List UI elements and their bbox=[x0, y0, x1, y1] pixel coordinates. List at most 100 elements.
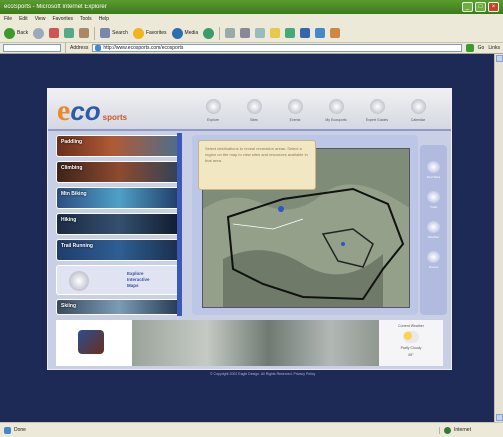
weather-title: Current Weather bbox=[398, 324, 424, 328]
map-panel: Select destinations to reveal recreation… bbox=[192, 135, 418, 315]
sidebar-item-label: Skiing bbox=[61, 303, 77, 309]
menu-bar: File Edit View Favorites Tools Help bbox=[0, 14, 503, 24]
zone-text: Internet bbox=[454, 427, 471, 433]
search-icon bbox=[100, 28, 111, 38]
map-instructions: Select destinations to reveal recreation… bbox=[198, 140, 316, 190]
forward-button[interactable] bbox=[33, 27, 45, 39]
partly-cloudy-icon bbox=[403, 331, 419, 343]
print-icon[interactable] bbox=[240, 28, 251, 38]
nav-label: Events bbox=[289, 118, 301, 122]
page-icon bbox=[95, 45, 102, 51]
menu-edit[interactable]: Edit bbox=[19, 16, 28, 22]
minimize-button[interactable]: _ bbox=[462, 2, 473, 12]
toolbar-separator bbox=[65, 41, 66, 55]
mail-icon[interactable] bbox=[225, 28, 236, 38]
close-button[interactable]: × bbox=[488, 2, 499, 12]
nav-sites[interactable]: Sites bbox=[239, 99, 269, 122]
go-icon[interactable] bbox=[465, 44, 474, 52]
title-bar: ecoSports - Microsoft Internet Explorer … bbox=[0, 0, 503, 14]
tool-label: Routes bbox=[428, 265, 439, 269]
globe-icon bbox=[69, 271, 89, 291]
nav-expert-guides[interactable]: Expert Guides bbox=[362, 99, 392, 122]
menu-help[interactable]: Help bbox=[99, 16, 109, 22]
status-text: Done bbox=[14, 427, 26, 433]
status-bar: Done Internet bbox=[0, 422, 503, 437]
search-label: Search bbox=[112, 30, 128, 36]
logo-sports: sports bbox=[102, 113, 128, 122]
media-icon bbox=[171, 27, 183, 39]
internet-globe-icon bbox=[444, 426, 451, 434]
favorites-button[interactable]: Favorites bbox=[132, 27, 167, 39]
stop-icon[interactable] bbox=[49, 28, 60, 38]
scroll-down-arrow[interactable] bbox=[496, 414, 503, 421]
sidebar-item-label: Trail Running bbox=[61, 243, 93, 249]
address-label: Address bbox=[70, 45, 89, 51]
home-icon[interactable] bbox=[79, 28, 90, 38]
google-search-input[interactable] bbox=[3, 44, 61, 52]
ecosports-logo[interactable]: eco sports bbox=[57, 94, 162, 127]
folder-icon[interactable] bbox=[270, 28, 281, 38]
sidebar-item-trail-running[interactable]: Trail Running bbox=[56, 239, 182, 261]
edit-icon[interactable] bbox=[255, 28, 266, 38]
addon-icon[interactable] bbox=[330, 28, 341, 38]
menu-favorites[interactable]: Favorites bbox=[52, 16, 73, 22]
history-icon[interactable] bbox=[203, 27, 215, 39]
sidebar-item-hiking[interactable]: Hiking bbox=[56, 213, 182, 235]
mountain-emblem-icon bbox=[78, 330, 104, 354]
nav-my-ecosports[interactable]: My Ecosports bbox=[321, 99, 351, 122]
sidebar-item-climbing[interactable]: Climbing bbox=[56, 161, 182, 183]
sidebar-item-interactive-maps[interactable]: Explore Interactive Maps bbox=[56, 265, 182, 295]
map-marker bbox=[278, 206, 284, 212]
nav-label: Sites bbox=[250, 118, 258, 122]
star-icon bbox=[132, 27, 144, 39]
refresh-icon[interactable] bbox=[64, 28, 75, 38]
menu-file[interactable]: File bbox=[4, 16, 12, 22]
map-marker bbox=[341, 242, 345, 246]
compass-icon bbox=[205, 99, 221, 114]
discuss-icon[interactable] bbox=[285, 28, 296, 38]
search-button[interactable]: Search bbox=[100, 28, 128, 38]
calendar-icon bbox=[410, 99, 426, 114]
address-input[interactable]: http://www.ecosports.com/ecosports bbox=[92, 44, 462, 52]
nav-explore[interactable]: Explore bbox=[198, 99, 228, 122]
tool-weather[interactable]: Weather bbox=[427, 221, 440, 239]
ecosports-emblem[interactable] bbox=[56, 320, 132, 366]
research-icon[interactable] bbox=[315, 28, 326, 38]
go-button[interactable]: Go bbox=[478, 45, 485, 51]
back-button[interactable]: Back bbox=[4, 27, 29, 39]
scroll-up-arrow[interactable] bbox=[496, 55, 503, 62]
tool-find-sites[interactable]: Find Sites bbox=[427, 161, 440, 179]
bottom-banner: Current Weather Partly Cloudy 65° bbox=[56, 320, 443, 366]
tool-routes[interactable]: Routes bbox=[427, 251, 440, 269]
vertical-scrollbar[interactable] bbox=[494, 54, 503, 422]
page-done-icon bbox=[4, 426, 11, 434]
sidebar-scrollbar[interactable] bbox=[177, 133, 182, 316]
menu-tools[interactable]: Tools bbox=[80, 16, 92, 22]
favorites-label: Favorites bbox=[145, 30, 167, 36]
logo-e: e bbox=[57, 94, 71, 127]
maximize-button[interactable]: □ bbox=[475, 2, 486, 12]
media-button[interactable]: Media bbox=[171, 27, 199, 39]
map-tools: Find Sites Trails Weather Routes bbox=[420, 145, 447, 315]
media-label: Media bbox=[184, 30, 199, 36]
weather-widget[interactable]: Current Weather Partly Cloudy 65° bbox=[379, 320, 443, 366]
tool-trails[interactable]: Trails bbox=[427, 191, 440, 209]
sidebar-item-mtn-biking[interactable]: Mtn Biking bbox=[56, 187, 182, 209]
nav-events[interactable]: Events bbox=[280, 99, 310, 122]
website-frame: eco sports Explore Sites Events My Ecospo… bbox=[47, 88, 452, 370]
sidebar-item-paddling[interactable]: Paddling bbox=[56, 135, 182, 157]
activity-sidebar: Paddling Climbing Mtn Biking Hiking Trai… bbox=[56, 133, 190, 316]
nav-calendar[interactable]: Calendar bbox=[403, 99, 433, 122]
back-label: Back bbox=[17, 30, 29, 36]
sidebar-item-skiing[interactable]: Skiing bbox=[56, 299, 182, 315]
toolbar-separator bbox=[219, 26, 221, 40]
top-navigation: Explore Sites Events My Ecosports Expert… bbox=[198, 99, 433, 122]
tool-label: Weather bbox=[427, 235, 440, 239]
messenger-icon[interactable] bbox=[300, 28, 311, 38]
logo-co: co bbox=[70, 96, 101, 126]
menu-view[interactable]: View bbox=[35, 16, 46, 22]
toolbar-separator bbox=[94, 26, 96, 40]
links-button[interactable]: Links bbox=[488, 45, 500, 51]
weather-icon bbox=[427, 221, 440, 233]
sidebar-item-label: Climbing bbox=[61, 165, 83, 171]
